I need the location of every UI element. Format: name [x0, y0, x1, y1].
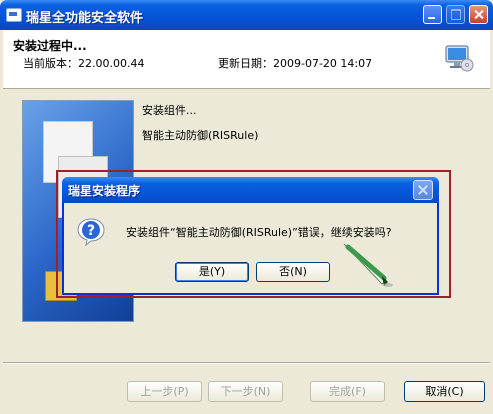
pen-cursor-icon — [343, 243, 393, 287]
no-button[interactable]: 否(N) — [256, 262, 330, 282]
update-date: 更新日期：2009-07-20 14:07 — [218, 57, 373, 70]
current-version: 当前版本：22.00.00.44 — [23, 57, 145, 70]
minimize-button[interactable] — [423, 5, 442, 24]
maximize-button — [446, 5, 465, 24]
back-button: 上一步(P) — [127, 381, 202, 402]
window-title: 瑞星全功能安全软件 — [26, 11, 144, 26]
status-text: 安装组件... — [142, 104, 197, 117]
page-title: 安装过程中... — [13, 39, 87, 53]
dialog-title-bar[interactable]: 瑞星安装程序 — [62, 177, 439, 203]
app-icon — [6, 8, 22, 22]
component-name: 智能主动防御(RISRule) — [142, 129, 259, 142]
yes-button[interactable]: 是(Y) — [175, 262, 249, 282]
cancel-button[interactable]: 取消(C) — [404, 381, 485, 402]
close-button[interactable] — [469, 5, 488, 24]
header-panel: 安装过程中... 当前版本：22.00.00.44 更新日期：2009-07-2… — [3, 30, 490, 89]
installer-window: 瑞星全功能安全软件 安装过程中... 当前版本：22.00.00.44 更新日期… — [0, 0, 493, 414]
finish-button: 完成(F) — [310, 381, 385, 402]
dialog-title: 瑞星安装程序 — [68, 184, 141, 198]
question-icon: ? — [77, 218, 105, 247]
dialog-close-button[interactable] — [413, 180, 433, 200]
title-bar[interactable]: 瑞星全功能安全软件 — [0, 0, 493, 30]
divider — [3, 362, 490, 364]
svg-text:?: ? — [87, 223, 95, 239]
monitor-cd-icon — [445, 45, 474, 72]
next-button: 下一步(N) — [208, 381, 283, 402]
